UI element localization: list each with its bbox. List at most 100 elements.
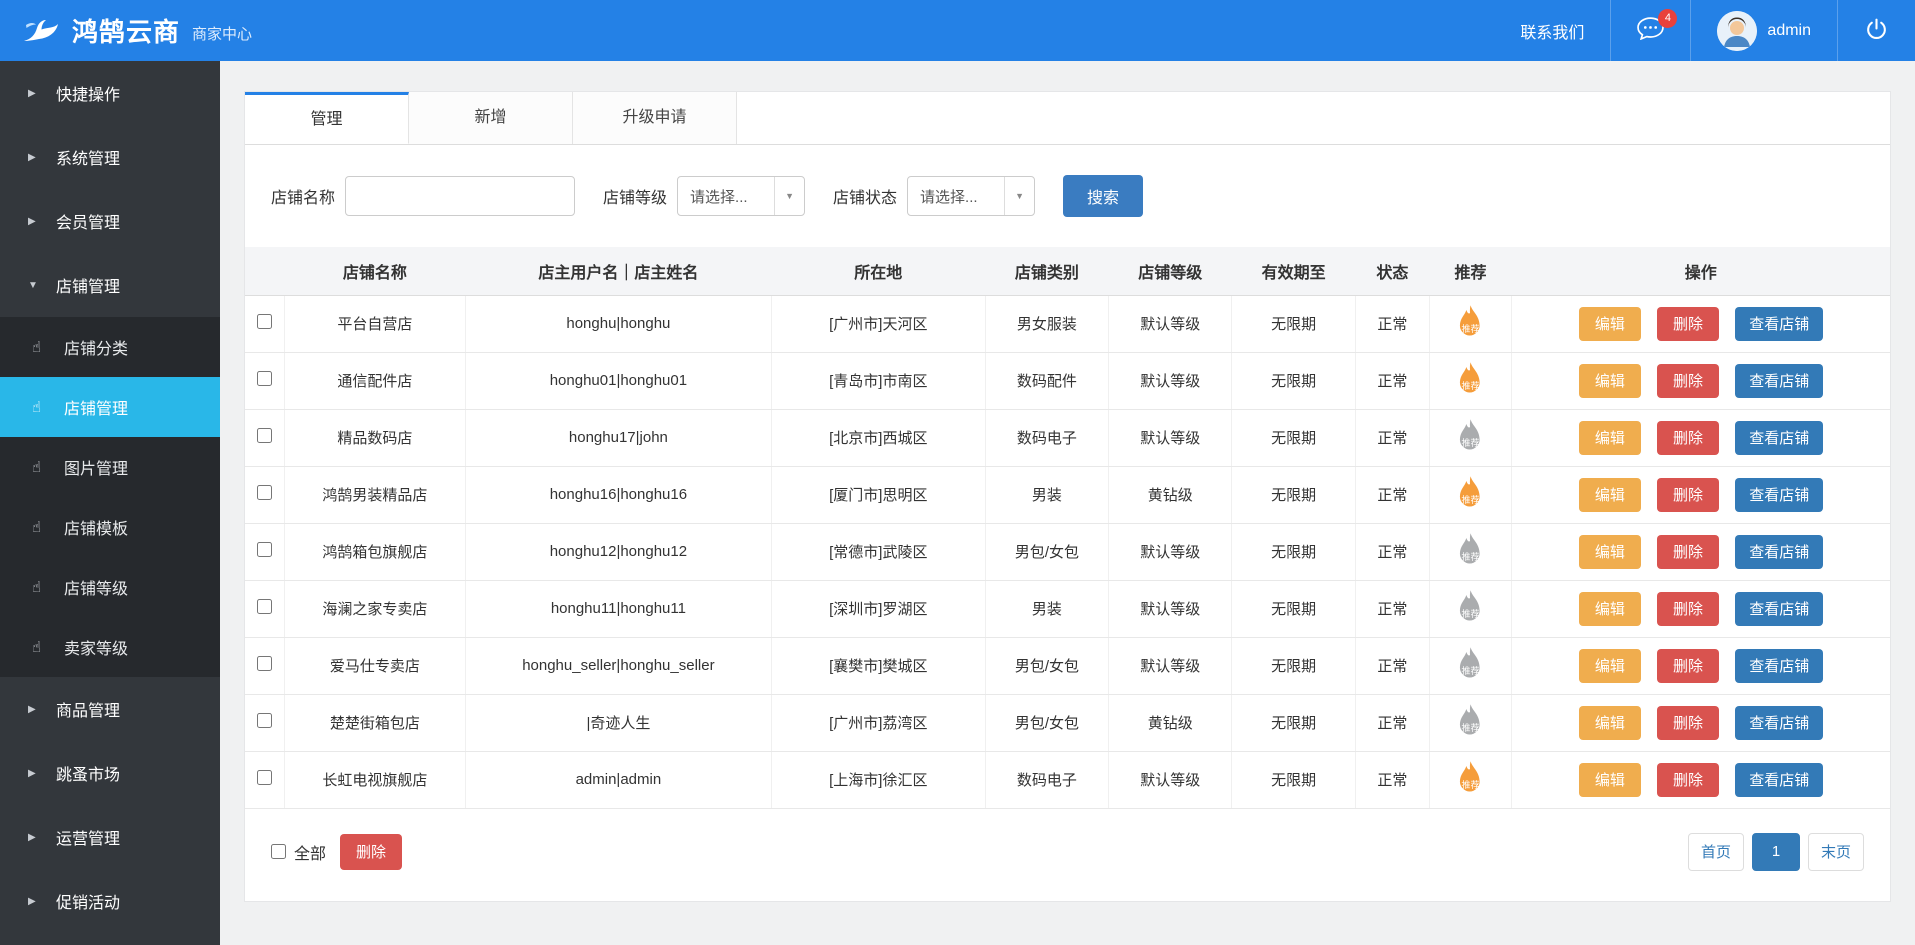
edit-button[interactable]: 编辑 bbox=[1579, 649, 1641, 683]
view-shop-button[interactable]: 查看店铺 bbox=[1735, 478, 1823, 512]
recommend-flame-icon[interactable]: 推荐 bbox=[1455, 418, 1485, 454]
delete-button[interactable]: 删除 bbox=[1657, 649, 1719, 683]
recommend-flame-icon[interactable]: 推荐 bbox=[1455, 475, 1485, 511]
caret-right-icon: ▶ bbox=[28, 832, 46, 843]
valid-until-cell: 无限期 bbox=[1232, 580, 1355, 637]
actions-cell: 编辑 删除 查看店铺 bbox=[1512, 580, 1890, 637]
row-checkbox[interactable] bbox=[257, 485, 272, 500]
sidebar-subitem[interactable]: ☝店铺分类 bbox=[0, 317, 220, 377]
recommend-cell: 推荐 bbox=[1429, 580, 1511, 637]
select-all-checkbox[interactable] bbox=[271, 844, 286, 859]
column-header: 状态 bbox=[1355, 247, 1429, 295]
last-page-button[interactable]: 末页 bbox=[1808, 833, 1864, 871]
sidebar-subitem[interactable]: ☝图片管理 bbox=[0, 437, 220, 497]
view-shop-button[interactable]: 查看店铺 bbox=[1735, 706, 1823, 740]
logout-button[interactable] bbox=[1864, 17, 1889, 45]
delete-button[interactable]: 删除 bbox=[1657, 763, 1719, 797]
recommend-flame-icon[interactable]: 推荐 bbox=[1455, 703, 1485, 739]
view-shop-button[interactable]: 查看店铺 bbox=[1735, 535, 1823, 569]
user-menu[interactable]: admin bbox=[1690, 0, 1837, 61]
owner-cell: admin|admin bbox=[465, 751, 771, 808]
edit-button[interactable]: 编辑 bbox=[1579, 763, 1641, 797]
edit-button[interactable]: 编辑 bbox=[1579, 535, 1641, 569]
view-shop-button[interactable]: 查看店铺 bbox=[1735, 763, 1823, 797]
row-checkbox[interactable] bbox=[257, 371, 272, 386]
sidebar-item[interactable]: ▶快捷操作 bbox=[0, 61, 220, 125]
table-row: 鸿鹄箱包旗舰店 honghu12|honghu12 [常德市]武陵区 男包/女包… bbox=[245, 523, 1890, 580]
contact-link[interactable]: 联系我们 bbox=[1520, 19, 1584, 43]
tab-add[interactable]: 新增 bbox=[409, 92, 573, 144]
delete-button[interactable]: 删除 bbox=[1657, 307, 1719, 341]
search-button[interactable]: 搜索 bbox=[1063, 175, 1143, 217]
recommend-flame-icon[interactable]: 推荐 bbox=[1455, 361, 1485, 397]
row-checkbox[interactable] bbox=[257, 770, 272, 785]
level-cell: 默认等级 bbox=[1109, 295, 1232, 352]
edit-button[interactable]: 编辑 bbox=[1579, 421, 1641, 455]
sidebar-item[interactable]: ▶跳蚤市场 bbox=[0, 741, 220, 805]
delete-button[interactable]: 删除 bbox=[1657, 421, 1719, 455]
sidebar-item[interactable]: ▶促销活动 bbox=[0, 869, 220, 933]
level-cell: 默认等级 bbox=[1109, 409, 1232, 466]
messages-button[interactable]: 4 bbox=[1610, 0, 1690, 61]
sidebar-item[interactable]: ▶会员管理 bbox=[0, 189, 220, 253]
edit-button[interactable]: 编辑 bbox=[1579, 364, 1641, 398]
tab-upgrade-request[interactable]: 升级申请 bbox=[573, 92, 737, 144]
first-page-button[interactable]: 首页 bbox=[1688, 833, 1744, 871]
sidebar-item[interactable]: ▼店铺管理 bbox=[0, 253, 220, 317]
row-checkbox[interactable] bbox=[257, 599, 272, 614]
sidebar-subitem[interactable]: ☝店铺等级 bbox=[0, 557, 220, 617]
bulk-actions: 全部 删除 bbox=[271, 834, 402, 870]
logout-section bbox=[1837, 0, 1915, 61]
sidebar-subitem[interactable]: ☝店铺模板 bbox=[0, 497, 220, 557]
recommend-flame-icon[interactable]: 推荐 bbox=[1455, 589, 1485, 625]
tab-manage[interactable]: 管理 bbox=[245, 92, 409, 144]
table-row: 楚楚街箱包店 |奇迹人生 [广州市]荔湾区 男包/女包 黄钻级 无限期 正常 推… bbox=[245, 694, 1890, 751]
view-shop-button[interactable]: 查看店铺 bbox=[1735, 307, 1823, 341]
layout: ▶快捷操作▶系统管理▶会员管理▼店铺管理☝店铺分类☝店铺管理☝图片管理☝店铺模板… bbox=[0, 61, 1915, 945]
table-header-row: 店铺名称店主用户名｜店主姓名所在地店铺类别店铺等级有效期至状态推荐操作 bbox=[245, 247, 1890, 295]
recommend-flame-icon[interactable]: 推荐 bbox=[1455, 304, 1485, 340]
row-checkbox[interactable] bbox=[257, 314, 272, 329]
view-shop-button[interactable]: 查看店铺 bbox=[1735, 649, 1823, 683]
status-cell: 正常 bbox=[1355, 694, 1429, 751]
edit-button[interactable]: 编辑 bbox=[1579, 706, 1641, 740]
sidebar-item[interactable]: ▶运营管理 bbox=[0, 805, 220, 869]
bulk-delete-button[interactable]: 删除 bbox=[340, 834, 402, 870]
shop-name-input[interactable] bbox=[345, 176, 575, 216]
sidebar-item-label: 商品管理 bbox=[56, 697, 120, 721]
recommend-flame-icon[interactable]: 推荐 bbox=[1455, 760, 1485, 796]
row-checkbox[interactable] bbox=[257, 656, 272, 671]
sidebar-item[interactable]: ▶商品管理 bbox=[0, 677, 220, 741]
sidebar-subitem[interactable]: ☝卖家等级 bbox=[0, 617, 220, 677]
recommend-flame-icon[interactable]: 推荐 bbox=[1455, 646, 1485, 682]
row-checkbox[interactable] bbox=[257, 713, 272, 728]
edit-button[interactable]: 编辑 bbox=[1579, 592, 1641, 626]
tab-bar: 管理 新增 升级申请 bbox=[245, 92, 1890, 145]
pagination: 首页 1 末页 bbox=[1680, 833, 1864, 871]
sidebar-item[interactable]: ▶系统管理 bbox=[0, 125, 220, 189]
shop-status-select[interactable]: 请选择... ▼ bbox=[907, 176, 1035, 216]
current-page-button[interactable]: 1 bbox=[1752, 833, 1800, 871]
row-checkbox[interactable] bbox=[257, 542, 272, 557]
edit-button[interactable]: 编辑 bbox=[1579, 307, 1641, 341]
row-checkbox[interactable] bbox=[257, 428, 272, 443]
location-cell: [襄樊市]樊城区 bbox=[771, 637, 985, 694]
owner-cell: honghu_seller|honghu_seller bbox=[465, 637, 771, 694]
status-cell: 正常 bbox=[1355, 409, 1429, 466]
category-cell: 男装 bbox=[985, 580, 1108, 637]
sidebar-menu: ▶快捷操作▶系统管理▶会员管理▼店铺管理☝店铺分类☝店铺管理☝图片管理☝店铺模板… bbox=[0, 61, 220, 945]
delete-button[interactable]: 删除 bbox=[1657, 478, 1719, 512]
shop-level-select[interactable]: 请选择... ▼ bbox=[677, 176, 805, 216]
view-shop-button[interactable]: 查看店铺 bbox=[1735, 592, 1823, 626]
delete-button[interactable]: 删除 bbox=[1657, 364, 1719, 398]
delete-button[interactable]: 删除 bbox=[1657, 592, 1719, 626]
recommend-flame-icon[interactable]: 推荐 bbox=[1455, 532, 1485, 568]
edit-button[interactable]: 编辑 bbox=[1579, 478, 1641, 512]
view-shop-button[interactable]: 查看店铺 bbox=[1735, 364, 1823, 398]
shop-name-cell: 海澜之家专卖店 bbox=[284, 580, 465, 637]
actions-cell: 编辑 删除 查看店铺 bbox=[1512, 352, 1890, 409]
delete-button[interactable]: 删除 bbox=[1657, 706, 1719, 740]
sidebar-subitem[interactable]: ☝店铺管理 bbox=[0, 377, 220, 437]
delete-button[interactable]: 删除 bbox=[1657, 535, 1719, 569]
view-shop-button[interactable]: 查看店铺 bbox=[1735, 421, 1823, 455]
